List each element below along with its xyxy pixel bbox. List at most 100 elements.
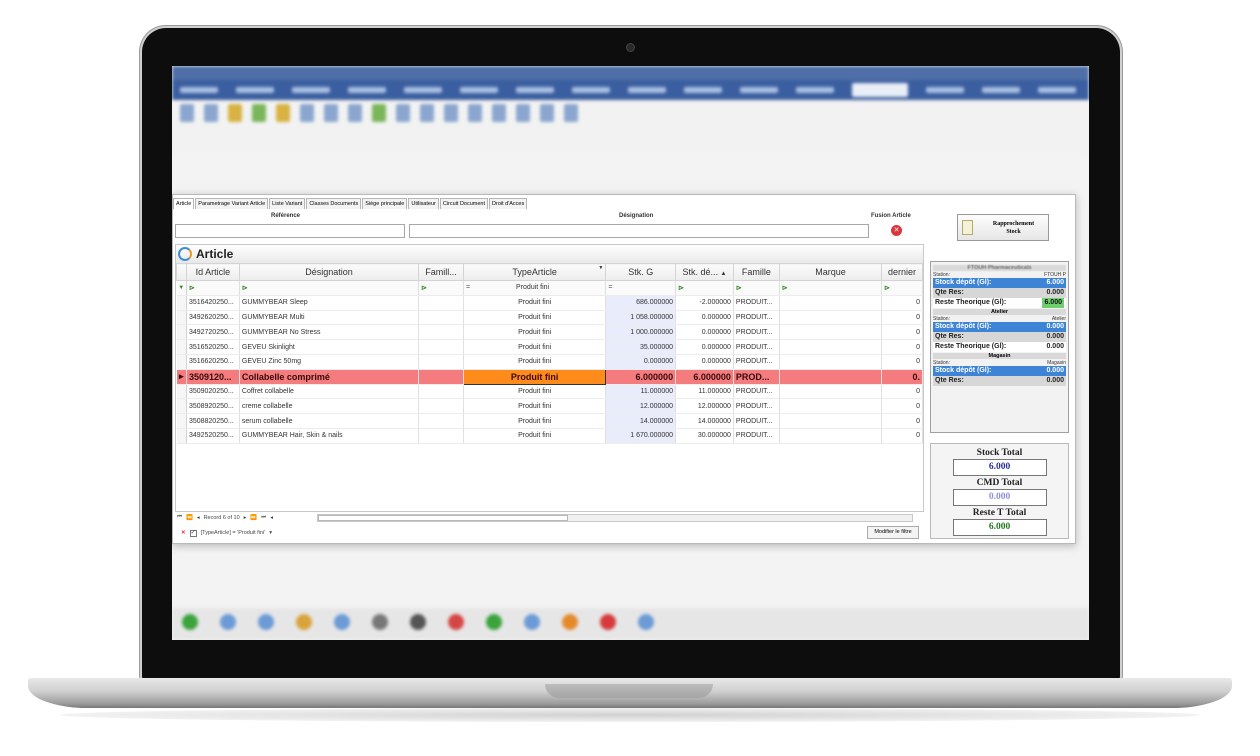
cell-stk-depot[interactable]: 0.000000: [675, 354, 734, 370]
tab-article[interactable]: Article: [173, 198, 195, 209]
cell-designation[interactable]: GEVEU Skinlight: [239, 339, 420, 355]
cell-marque[interactable]: [779, 295, 883, 311]
cell-famill[interactable]: [418, 398, 464, 415]
cell-marque[interactable]: [779, 339, 883, 355]
bottom-toolbar[interactable]: [172, 608, 1089, 640]
row-indicator[interactable]: [176, 413, 187, 429]
cell-stk-depot[interactable]: 6.000000: [675, 369, 734, 385]
cell-stk-g[interactable]: 1 670.000000: [605, 428, 677, 444]
table-row[interactable]: 3508920250... creme collabelle Produit fin…: [176, 398, 923, 415]
cell-stk-g[interactable]: 1 058.000000: [605, 310, 677, 326]
cell-dernier[interactable]: 0: [881, 384, 923, 400]
cell-stk-depot[interactable]: 0.000000: [675, 339, 734, 355]
cell-famill[interactable]: [418, 413, 464, 429]
cell-designation[interactable]: Coffret collabelle: [239, 384, 420, 400]
close-circle-icon[interactable]: ✕: [891, 225, 902, 236]
column-header-famill[interactable]: Famill...: [418, 263, 464, 281]
cell-designation[interactable]: GEVEU Zinc 50mg: [239, 354, 420, 370]
cell-stk-g[interactable]: 686.000000: [605, 295, 677, 311]
filter-cell[interactable]: ⊳: [239, 280, 420, 296]
horizontal-scrollbar[interactable]: [317, 514, 913, 522]
cell-id[interactable]: 3492520250...: [186, 428, 240, 444]
cell-typearticle[interactable]: Produit fini: [462, 368, 607, 385]
row-indicator[interactable]: [176, 339, 187, 355]
filter-cell[interactable]: ⊳: [779, 280, 883, 296]
cell-stk-g[interactable]: 12.000000: [605, 398, 677, 415]
cell-famille[interactable]: PROD...: [733, 369, 780, 385]
table-row[interactable]: 3492620250... GUMMYBEAR Multi Produit fini…: [176, 310, 923, 326]
cell-stk-g[interactable]: 1 000.000000: [605, 324, 677, 341]
filter-row[interactable]: ▼ ⊳ ⊳ ⊳ = Produit fini = ⊳ ⊳ ⊳ ⊳: [176, 280, 923, 296]
cell-dernier[interactable]: 0: [881, 339, 923, 355]
row-indicator[interactable]: [176, 428, 187, 444]
cell-marque[interactable]: [779, 369, 883, 385]
cell-id[interactable]: 3509120...: [186, 369, 240, 385]
cell-marque[interactable]: [779, 413, 883, 429]
cell-stk-depot[interactable]: 0.000000: [675, 310, 734, 326]
cell-dernier[interactable]: 0: [881, 428, 923, 444]
tab-parametrage-variant[interactable]: Parametrage Variant Article: [195, 198, 269, 209]
table-row[interactable]: 3516520250... GEVEU Skinlight Produit fini…: [176, 339, 923, 355]
filter-cell-typearticle[interactable]: = Produit fini: [463, 280, 607, 296]
cell-id[interactable]: 3516420250...: [186, 295, 240, 311]
cell-id[interactable]: 3508920250...: [186, 398, 240, 415]
cell-famille[interactable]: PRODUIT...: [733, 428, 780, 444]
cell-id[interactable]: 3509020250...: [186, 384, 240, 400]
filter-cell[interactable]: ⊳: [186, 280, 240, 296]
cell-stk-g[interactable]: 14.000000: [605, 413, 677, 429]
cell-stk-g[interactable]: 0.000000: [605, 354, 677, 370]
cell-designation[interactable]: GUMMYBEAR Multi: [239, 310, 420, 326]
cell-typearticle[interactable]: Produit fini: [463, 310, 607, 326]
cell-famille[interactable]: PRODUIT...: [733, 324, 780, 341]
table-row[interactable]: 3509020250... Coffret collabelle Produit f…: [176, 384, 923, 400]
nav-prev-icon[interactable]: ◂: [197, 515, 200, 521]
cell-marque[interactable]: [779, 428, 883, 444]
cell-famille[interactable]: PRODUIT...: [733, 339, 780, 355]
cell-famill[interactable]: [418, 384, 464, 400]
nav-last-icon[interactable]: ⏭: [261, 514, 266, 521]
nav-first-icon[interactable]: ⏮: [177, 514, 182, 521]
nav-next-page-icon[interactable]: ⏩: [250, 515, 257, 521]
cell-typearticle[interactable]: Produit fini: [463, 413, 607, 429]
cell-dernier[interactable]: 0: [881, 310, 923, 326]
rapprochement-stock-button[interactable]: Rapprochement Stock: [957, 214, 1049, 241]
cell-stk-depot[interactable]: 0.000000: [675, 324, 734, 341]
filter-expression[interactable]: [TypeArticle] = 'Produit fini': [201, 530, 266, 536]
cell-stk-depot[interactable]: 11.000000: [675, 384, 734, 400]
modify-filter-button[interactable]: Modifier le filtre: [867, 526, 919, 539]
table-row[interactable]: 3492720250... GUMMYBEAR No Stress Produit …: [176, 324, 923, 341]
cell-famill[interactable]: [418, 324, 464, 341]
cell-stk-depot[interactable]: 30.000000: [675, 428, 734, 444]
nav-scroll-left-icon[interactable]: ◂: [270, 515, 273, 521]
filter-dropdown-icon[interactable]: ▾: [269, 530, 272, 536]
row-indicator[interactable]: [176, 354, 187, 370]
cell-designation[interactable]: GUMMYBEAR No Stress: [239, 324, 420, 341]
cell-designation[interactable]: Collabelle comprimé: [239, 369, 420, 385]
cell-stk-depot[interactable]: 14.000000: [675, 413, 734, 429]
cell-typearticle[interactable]: Produit fini: [463, 339, 607, 355]
table-row[interactable]: 3508820250... serum collabelle Produit fin…: [176, 413, 923, 429]
cell-typearticle[interactable]: Produit fini: [463, 295, 607, 311]
column-header-typearticle[interactable]: TypeArticle ▼: [462, 263, 607, 281]
reference-input[interactable]: [175, 224, 405, 238]
cell-typearticle[interactable]: Produit fini: [463, 398, 607, 415]
table-row[interactable]: 3492520250... GUMMYBEAR Hair, Skin & nail…: [176, 428, 923, 444]
row-indicator[interactable]: [176, 324, 187, 341]
column-header-id[interactable]: Id Article: [185, 263, 240, 281]
cell-famille[interactable]: PRODUIT...: [733, 310, 780, 326]
cell-dernier[interactable]: 0: [881, 354, 923, 370]
cell-famille[interactable]: PRODUIT...: [733, 413, 780, 429]
cell-typearticle[interactable]: Produit fini: [463, 324, 607, 341]
cell-typearticle[interactable]: Produit fini: [463, 354, 607, 370]
column-header-designation[interactable]: Désignation: [238, 263, 420, 281]
cell-famille[interactable]: PRODUIT...: [733, 384, 780, 400]
cell-designation[interactable]: GUMMYBEAR Hair, Skin & nails: [239, 428, 420, 444]
cell-designation[interactable]: GUMMYBEAR Sleep: [239, 295, 420, 311]
tab-utilisateur[interactable]: Utilisateur: [408, 198, 439, 209]
cell-marque[interactable]: [779, 310, 883, 326]
ribbon-toolbar[interactable]: [172, 100, 1089, 152]
filter-cell[interactable]: ⊳: [733, 280, 780, 296]
cell-famille[interactable]: PRODUIT...: [733, 295, 780, 311]
cell-id[interactable]: 3516620250...: [186, 354, 240, 370]
row-indicator[interactable]: [176, 398, 187, 415]
